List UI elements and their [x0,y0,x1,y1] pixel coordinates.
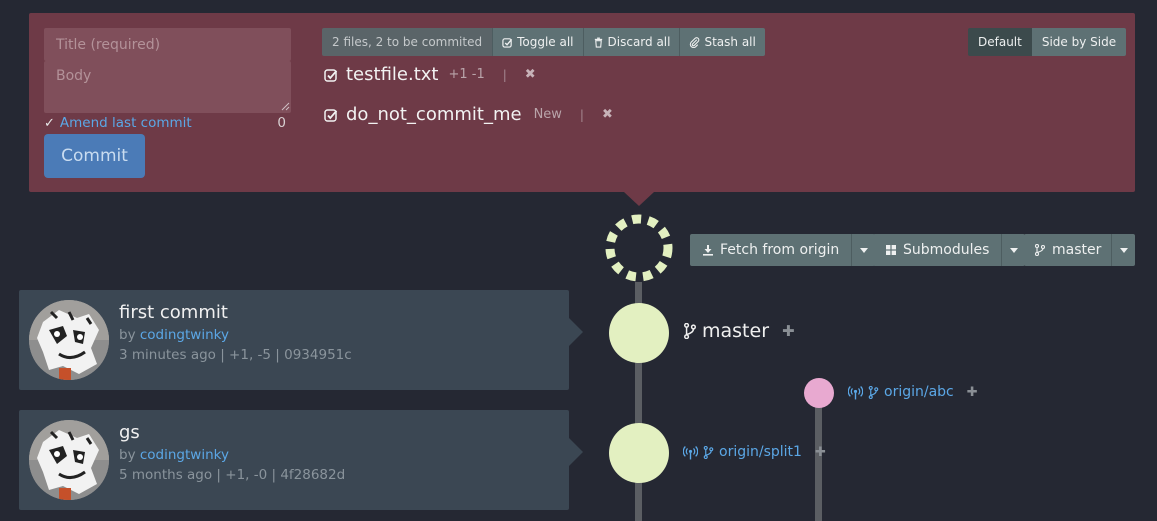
author-link[interactable]: codingtwinky [140,327,229,343]
staging-pointer [624,192,654,206]
discard-all-button[interactable]: Discard all [582,28,680,56]
avatar[interactable] [29,300,109,380]
submodules-caret-button[interactable] [1001,234,1026,266]
file-name[interactable]: testfile.txt [346,64,438,85]
graph-line-branch [815,400,822,521]
branch-icon [1034,244,1046,256]
commit-title: first commit [119,302,228,323]
branch-icon [684,323,697,339]
by-prefix: by [119,447,136,463]
commit-body-input[interactable] [44,61,291,113]
file-name[interactable]: do_not_commit_me [346,104,522,125]
card-pointer [569,438,583,466]
submodules-label: Submodules [903,242,990,258]
download-icon [703,245,713,256]
card-pointer [569,318,583,346]
commit-author-line: by codingtwinky [119,447,229,463]
remote-icon [683,445,698,459]
check-square-icon [502,37,513,48]
commit-title-input[interactable] [44,28,291,61]
commit-title: gs [119,422,140,443]
checkmark-icon: ✓ [44,115,55,131]
ref-origin-abc-label: origin/abc [884,384,954,400]
commit-card[interactable]: gs by codingtwinky 5 months ago | +1, -0… [19,410,569,510]
branch-caret-button[interactable] [1111,234,1136,266]
check-square-icon[interactable] [324,68,338,82]
working-copy-node[interactable] [605,214,673,282]
submodules-dropdown: Submodules [873,234,1026,266]
trash-icon [594,37,602,48]
files-toolbar: 2 files, 2 to be commited Toggle all Dis… [322,28,765,56]
avatar[interactable] [29,420,109,500]
grid-icon [886,245,896,255]
paperclip-icon [690,36,700,48]
fetch-from-origin-button[interactable]: Fetch from origin [690,234,852,266]
divider: | [579,107,584,122]
files-summary: 2 files, 2 to be commited [322,28,493,56]
by-prefix: by [119,327,136,343]
branch-dropdown: master [1024,234,1136,266]
divider: | [502,67,507,82]
toggle-all-button[interactable]: Toggle all [492,28,583,56]
view-side-by-side-button[interactable]: Side by Side [1031,28,1127,56]
stash-all-label: Stash all [704,35,756,49]
fetch-caret-button[interactable] [851,234,876,266]
commit-node[interactable] [609,303,669,363]
staged-file-item[interactable]: do_not_commit_me New | ✖ [324,104,613,125]
submodules-button[interactable]: Submodules [873,234,1002,266]
view-default-button[interactable]: Default [968,28,1032,56]
branch-icon [868,385,879,399]
branch-button[interactable]: master [1024,234,1112,266]
file-diff-stat: New [533,107,562,122]
remote-icon [848,385,863,399]
commit-button[interactable]: Commit [44,134,145,178]
fetch-dropdown: Fetch from origin [690,234,876,266]
add-ref-icon[interactable]: ✚ [967,385,978,400]
title-char-count: 0 [277,115,286,131]
diff-view-toggle: Default Side by Side [968,28,1127,56]
check-square-icon[interactable] [324,108,338,122]
resize-grip-icon[interactable] [281,102,290,111]
commit-meta: 5 months ago | +1, -0 | 4f28682d [119,467,346,483]
commit-card[interactable]: first commit by codingtwinky 3 minutes a… [19,290,569,390]
ref-origin-abc[interactable]: origin/abc ✚ [848,384,978,400]
add-ref-icon[interactable]: ✚ [782,322,795,340]
stash-all-button[interactable]: Stash all [679,28,765,56]
branch-commit-node[interactable] [804,378,834,408]
commit-author-line: by codingtwinky [119,327,229,343]
ref-origin-split1[interactable]: origin/split1 ✚ [683,444,826,460]
ref-master-label: master [702,320,770,342]
discard-file-icon[interactable]: ✖ [602,107,613,122]
commit-meta: 3 minutes ago | +1, -5 | 0934951c [119,347,352,363]
amend-last-commit-toggle[interactable]: ✓ Amend last commit [44,115,192,131]
ref-master[interactable]: master ✚ [683,320,795,342]
discard-file-icon[interactable]: ✖ [525,67,536,82]
amend-label: Amend last commit [59,115,192,131]
add-ref-icon[interactable]: ✚ [815,445,826,460]
discard-all-label: Discard all [607,35,671,49]
toggle-all-label: Toggle all [517,35,574,49]
ref-origin-split1-label: origin/split1 [719,444,802,460]
branch-icon [703,445,714,459]
commit-node[interactable] [609,423,669,483]
file-diff-stat: +1 -1 [448,67,485,82]
branch-label: master [1052,242,1102,258]
fetch-label: Fetch from origin [720,242,840,258]
author-link[interactable]: codingtwinky [140,447,229,463]
staged-file-item[interactable]: testfile.txt +1 -1 | ✖ [324,64,536,85]
